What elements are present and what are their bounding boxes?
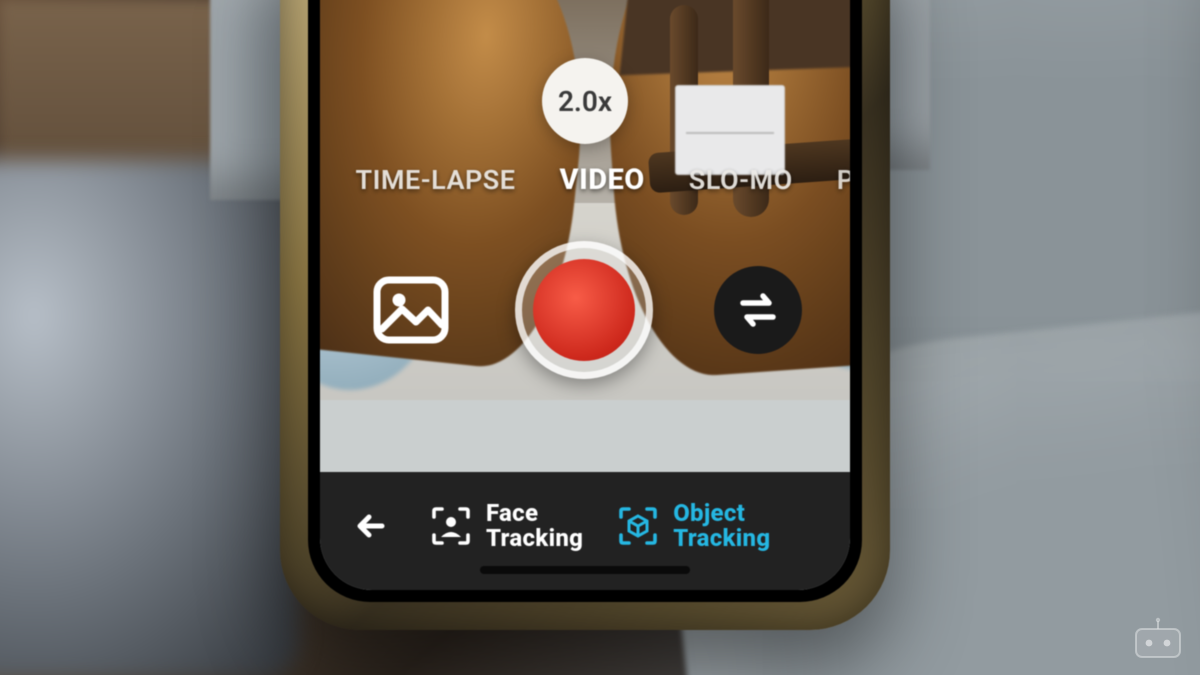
mode-item-edge-right[interactable]: PH: [837, 164, 850, 196]
background-object-left: [0, 160, 300, 675]
photograph-scene: 2.0x E TIME-LAPSE VIDEO SLO-MO PH: [0, 0, 1200, 675]
object-tracking-icon: [617, 505, 659, 547]
record-button[interactable]: [515, 241, 653, 379]
mode-item-slomo[interactable]: SLO-MO: [689, 164, 793, 196]
mode-item-video-selected[interactable]: VIDEO: [560, 163, 645, 197]
home-indicator[interactable]: [480, 566, 690, 574]
camera-switch-button[interactable]: [714, 266, 802, 354]
face-tracking-label: Face Tracking: [486, 501, 583, 551]
gallery-icon: [368, 267, 454, 353]
object-tracking-option[interactable]: Object Tracking: [617, 501, 770, 551]
arrow-left-icon: [352, 506, 392, 546]
zoom-level-label: 2.0x: [558, 85, 612, 118]
robot-logo-icon: [1130, 617, 1186, 661]
publisher-watermark: [1130, 617, 1186, 661]
camera-viewfinder: 2.0x E TIME-LAPSE VIDEO SLO-MO PH: [320, 0, 850, 400]
object-tracking-label: Object Tracking: [673, 501, 770, 551]
back-button[interactable]: [348, 502, 396, 550]
capture-controls-row: [320, 230, 850, 390]
vf-box-on-floor: [675, 85, 785, 175]
face-tracking-option[interactable]: Face Tracking: [430, 501, 583, 551]
gallery-button[interactable]: [368, 267, 454, 353]
phone-screen: 2.0x E TIME-LAPSE VIDEO SLO-MO PH: [320, 0, 850, 590]
camera-switch-icon: [733, 285, 783, 335]
face-tracking-icon: [430, 505, 472, 547]
zoom-level-button[interactable]: 2.0x: [542, 58, 628, 144]
capture-mode-selector[interactable]: E TIME-LAPSE VIDEO SLO-MO PH: [320, 163, 850, 197]
smartphone-device: 2.0x E TIME-LAPSE VIDEO SLO-MO PH: [280, 0, 890, 630]
mode-item-timelapse[interactable]: TIME-LAPSE: [356, 164, 516, 196]
record-button-inner: [533, 259, 635, 361]
